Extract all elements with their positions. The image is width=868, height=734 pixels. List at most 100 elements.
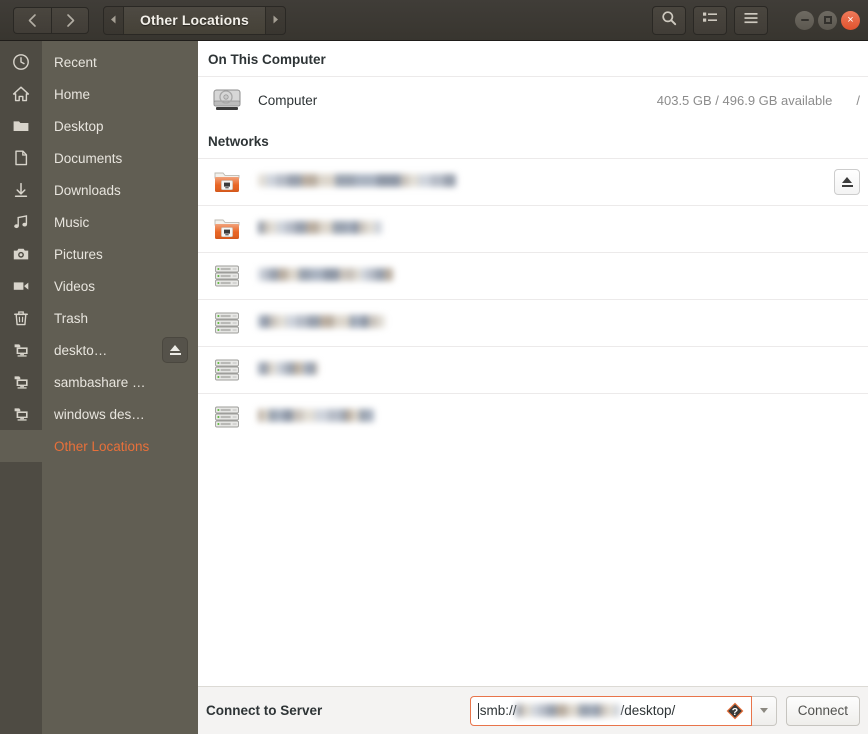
- video-icon: [0, 277, 42, 295]
- eject-icon: [842, 176, 852, 183]
- sidebar-item-label: Recent: [54, 54, 97, 70]
- sidebar-item-home[interactable]: Home: [0, 78, 198, 110]
- location-row[interactable]: [198, 252, 868, 299]
- sidebar-eject-button[interactable]: [162, 337, 188, 363]
- server-icon: [208, 356, 246, 384]
- main-menu-button[interactable]: [734, 5, 768, 35]
- sidebar: Recent Home Desktop Documents Downloads Music…: [0, 41, 198, 734]
- sidebar-item-label: Documents: [54, 150, 123, 166]
- location-row[interactable]: [198, 205, 868, 252]
- unmount-button[interactable]: [834, 169, 860, 195]
- server-icon: [208, 309, 246, 337]
- location-name: [258, 174, 834, 190]
- sidebar-item-videos[interactable]: Videos: [0, 270, 198, 302]
- location-name: [258, 315, 860, 331]
- location-name: [258, 221, 860, 237]
- server-address-input[interactable]: smb:// /desktop/ ?: [469, 695, 752, 726]
- maximize-button[interactable]: [818, 10, 837, 30]
- sidebar-item-label: deskto…: [54, 342, 108, 358]
- sidebar-item-windows-des[interactable]: windows des…: [0, 398, 198, 430]
- trash-icon: [0, 309, 42, 327]
- location-row[interactable]: Computer 403.5 GB / 496.9 GB available /: [198, 76, 868, 123]
- address-suffix: /desktop/: [620, 703, 676, 718]
- sidebar-item-label: sambashare …: [54, 374, 146, 390]
- sidebar-item-label: Pictures: [54, 246, 103, 262]
- section-heading: Networks: [208, 134, 269, 149]
- header-bar: Other Locations ×: [0, 0, 868, 41]
- connect-button-label: Connect: [797, 703, 848, 718]
- breadcrumb: Other Locations: [103, 5, 286, 35]
- search-button[interactable]: [652, 5, 686, 35]
- list-view-icon: [702, 11, 718, 30]
- sidebar-item-label: Home: [54, 86, 91, 102]
- connect-button[interactable]: Connect: [785, 695, 860, 726]
- location-name: [258, 268, 860, 284]
- location-name: [258, 409, 860, 425]
- sidebar-item-sambashare[interactable]: sambashare …: [0, 366, 198, 398]
- breadcrumb-prev-button[interactable]: [104, 7, 123, 34]
- redacted-location-name: [258, 174, 456, 187]
- forward-button[interactable]: [51, 6, 89, 34]
- location-row[interactable]: [198, 158, 868, 205]
- view-options-button[interactable]: [693, 5, 727, 35]
- back-button[interactable]: [13, 6, 51, 34]
- location-row[interactable]: [198, 299, 868, 346]
- sidebar-item-deskto[interactable]: deskto…: [0, 334, 198, 366]
- sidebar-list: Recent Home Desktop Documents Downloads Music…: [0, 41, 198, 462]
- breadcrumb-next-button[interactable]: [266, 7, 285, 34]
- redacted-location-name: [258, 409, 374, 422]
- close-button[interactable]: ×: [841, 10, 860, 30]
- sidebar-item-documents[interactable]: Documents: [0, 142, 198, 174]
- sidebar-item-label: Music: [54, 214, 90, 230]
- section-heading: On This Computer: [208, 52, 326, 67]
- help-question-icon[interactable]: ?: [726, 702, 744, 720]
- chevron-right-icon: [64, 13, 77, 28]
- connect-to-server-bar: Connect to Server smb:// /desktop/ ? Con…: [198, 686, 868, 734]
- location-mount-point: /: [856, 92, 860, 108]
- chevron-down-icon: [759, 708, 768, 713]
- server-icon: [208, 403, 246, 431]
- breadcrumb-item-other-locations[interactable]: Other Locations: [123, 6, 266, 34]
- sidebar-item-trash[interactable]: Trash: [0, 302, 198, 334]
- document-icon: [0, 149, 42, 167]
- sidebar-item-recent[interactable]: Recent: [0, 46, 198, 78]
- redacted-host: [516, 704, 621, 717]
- home-icon: [0, 85, 42, 103]
- sidebar-item-other-locations[interactable]: Other Locations: [0, 430, 198, 462]
- sidebar-item-label: Videos: [54, 278, 96, 294]
- redacted-location-name: [258, 221, 382, 234]
- clock-icon: [0, 53, 42, 71]
- sidebar-item-music[interactable]: Music: [0, 206, 198, 238]
- location-row[interactable]: [198, 346, 868, 393]
- network-share-icon: [0, 405, 42, 423]
- eject-icon: [169, 344, 181, 356]
- server-icon: [208, 262, 246, 290]
- text-caret: [477, 702, 479, 719]
- camera-icon: [0, 245, 42, 263]
- locations-list: On This Computer Computer 403.5 GB / 496.9…: [198, 41, 868, 686]
- sidebar-item-pictures[interactable]: Pictures: [0, 238, 198, 270]
- close-icon: ×: [847, 14, 854, 26]
- sidebar-item-label: Other Locations: [54, 438, 150, 454]
- file-manager-window: Other Locations × Recent Home Desktop Do…: [0, 0, 868, 734]
- triangle-left-icon: [110, 15, 117, 26]
- sidebar-item-label: windows des…: [54, 406, 145, 422]
- location-name: Computer: [258, 92, 318, 108]
- address-history-dropdown[interactable]: [751, 695, 777, 726]
- server-address-group: smb:// /desktop/ ? Connect: [469, 695, 860, 726]
- location-capacity: 403.5 GB / 496.9 GB available: [656, 92, 833, 108]
- sidebar-item-label: Desktop: [54, 118, 104, 134]
- window-controls: ×: [785, 10, 860, 30]
- sidebar-item-desktop[interactable]: Desktop: [0, 110, 198, 142]
- sidebar-item-downloads[interactable]: Downloads: [0, 174, 198, 206]
- redacted-location-name: [258, 315, 385, 328]
- minimize-button[interactable]: [795, 10, 814, 30]
- location-row[interactable]: [198, 393, 868, 440]
- sidebar-item-label: Downloads: [54, 182, 121, 198]
- network-folder-icon: [208, 216, 246, 242]
- triangle-right-icon: [272, 15, 279, 26]
- network-folder-icon: [208, 169, 246, 195]
- navigation-button-group: [13, 6, 89, 34]
- redacted-location-name: [258, 362, 318, 375]
- hard-drive-icon: [208, 87, 246, 113]
